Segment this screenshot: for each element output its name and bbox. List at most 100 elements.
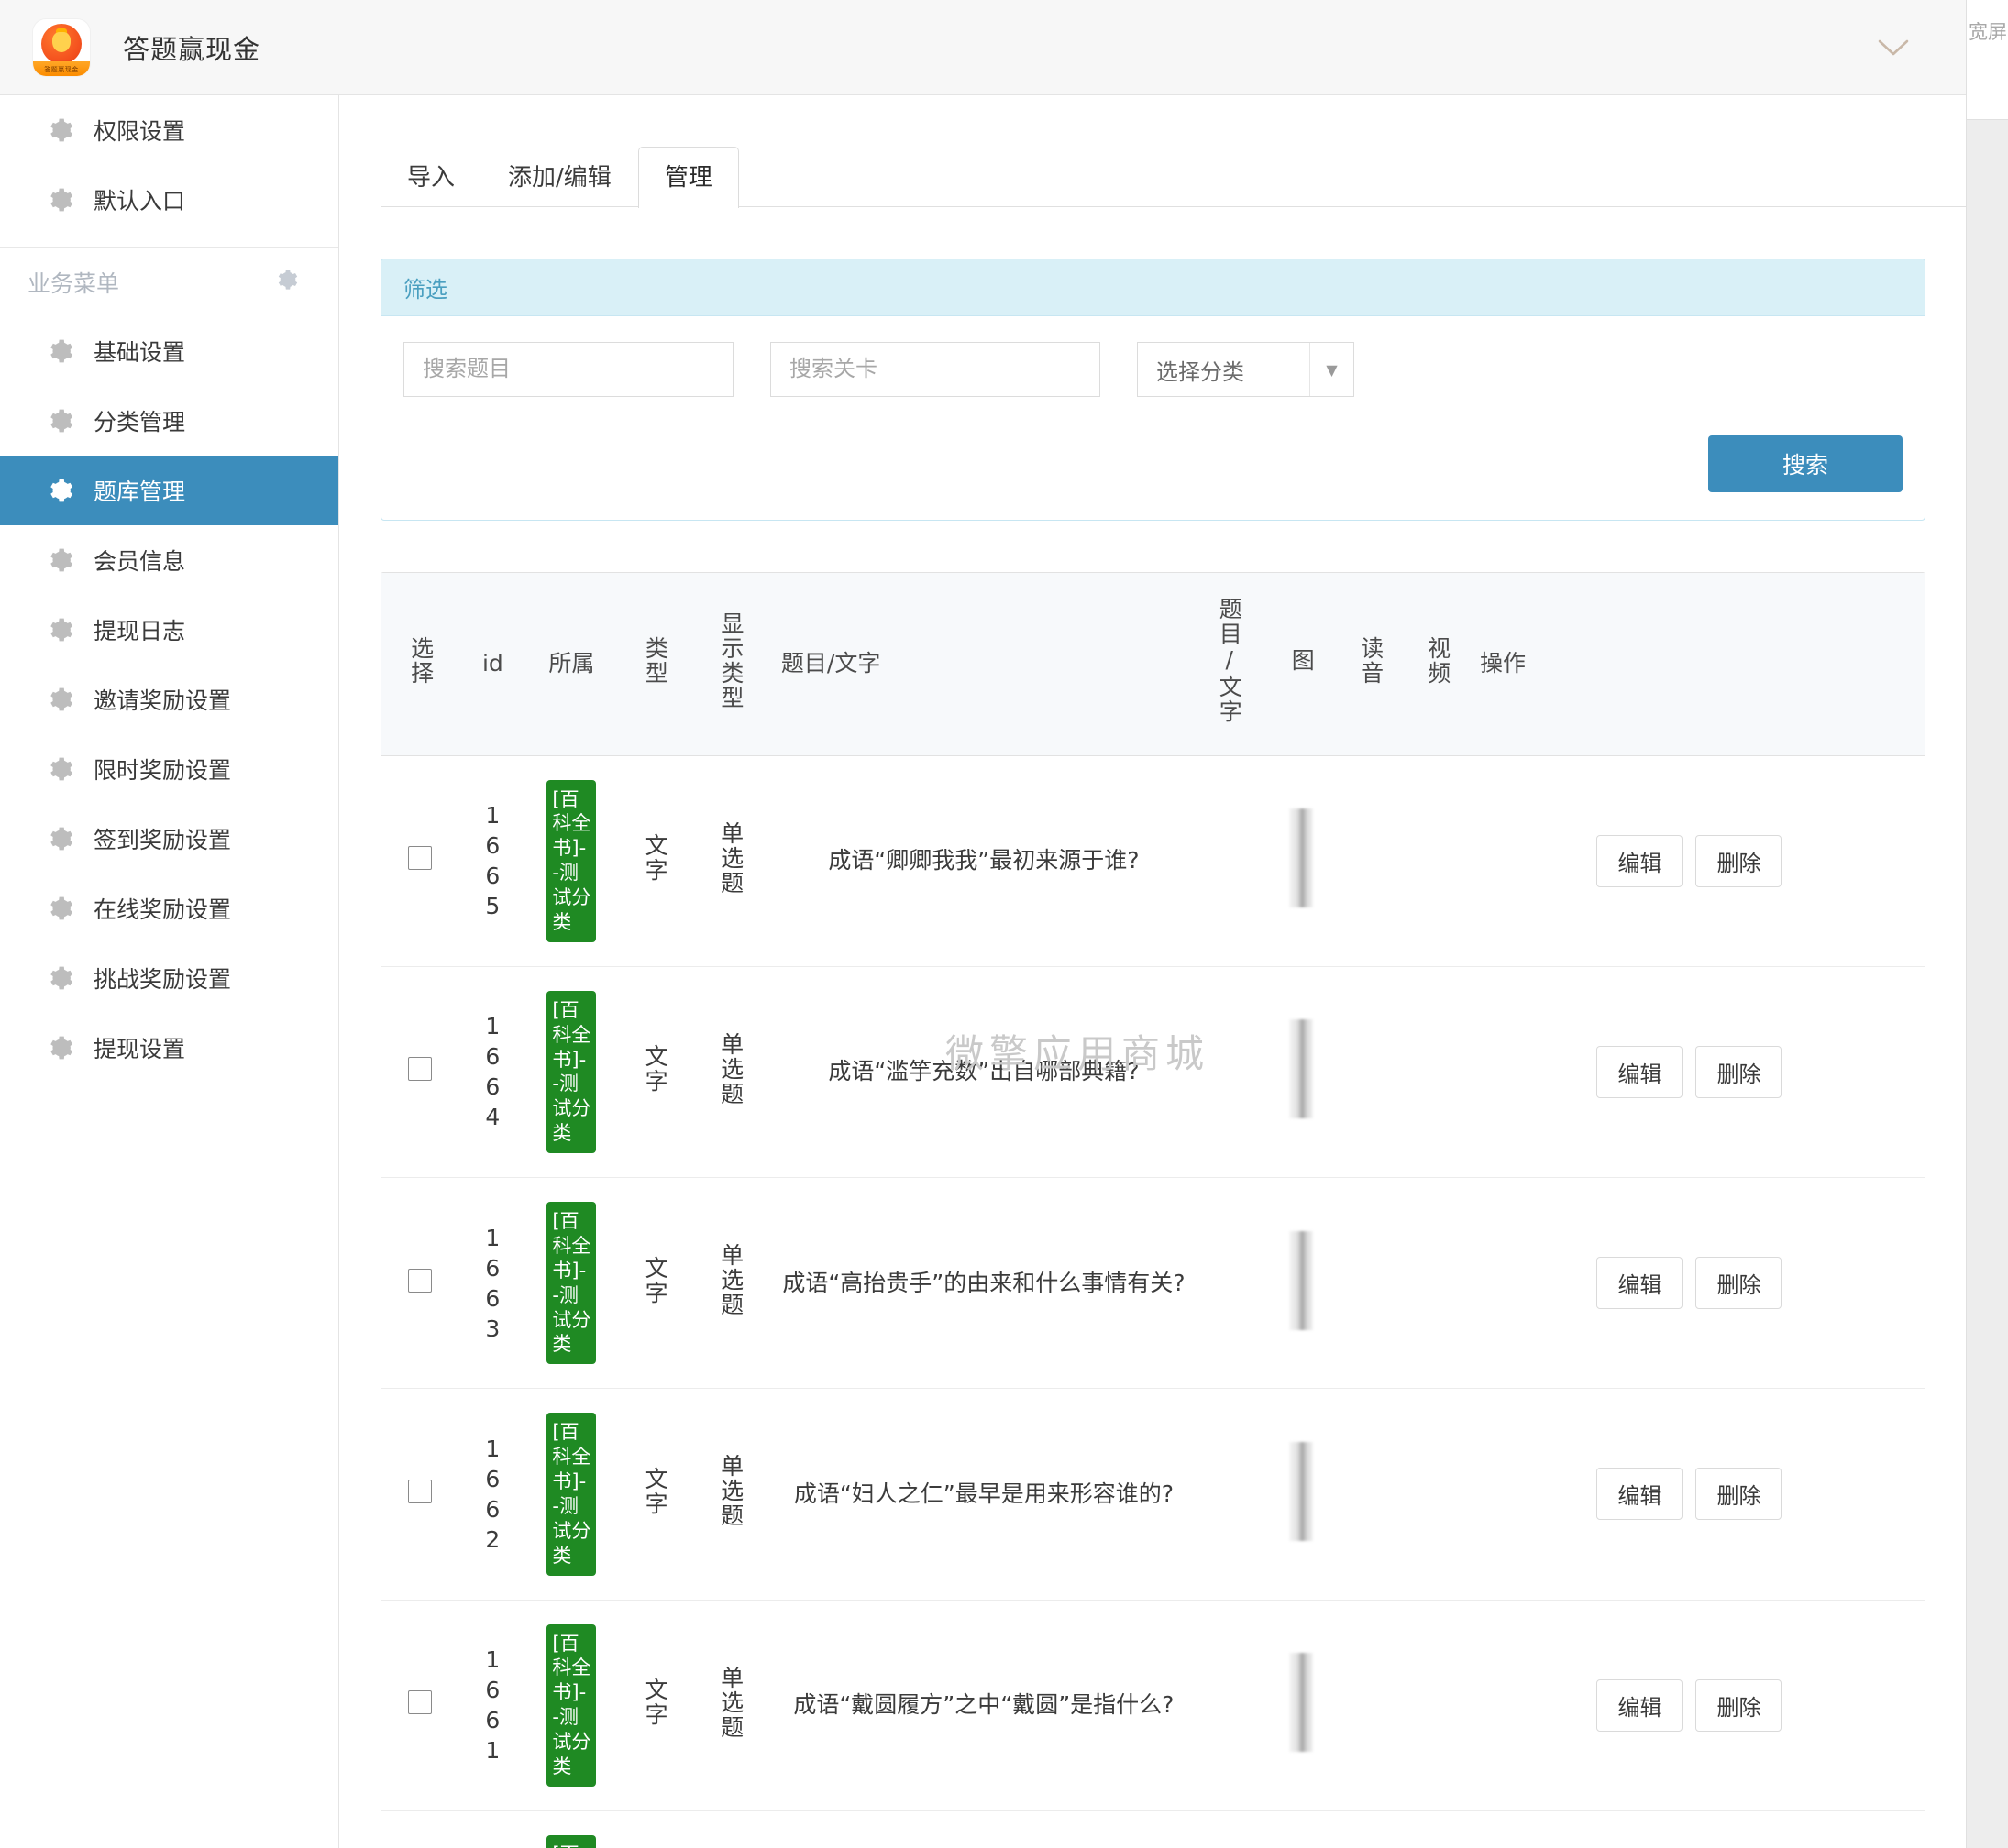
question-table-container: 选择 id 所属 类型 显示类型 题目/文字 题目/文字 图 读音 视频 操作 … [381,572,1925,1848]
gear-icon [48,896,73,921]
row-select-cell [381,755,459,966]
row-question-text [1191,1599,1266,1811]
gear-icon [48,965,73,991]
sidebar-item-10[interactable]: 挑战奖励设置 [0,943,338,1013]
question-thumbnail[interactable] [1288,1441,1313,1541]
row-audio-cell [1336,965,1404,1178]
gear-icon[interactable] [276,269,298,296]
sidebar-item-permissions[interactable]: 权限设置 [0,95,338,165]
tab-import[interactable]: 导入 [381,147,481,207]
gear-icon [48,756,73,782]
row-video-cell [1404,755,1471,966]
col-header-id: id [458,573,526,756]
sidebar-item-6[interactable]: 邀请奖励设置 [0,665,338,734]
row-display-type: 单选题 [692,965,768,1178]
sidebar-item-8[interactable]: 签到奖励设置 [0,804,338,874]
delete-button[interactable]: 删除 [1695,1678,1782,1732]
sidebar-item-label: 会员信息 [94,548,186,575]
delete-button[interactable]: 删除 [1695,1468,1782,1521]
col-header-question-text: 题目/文字 [1191,573,1266,756]
row-checkbox[interactable] [408,846,433,871]
sidebar-item-5[interactable]: 提现日志 [0,595,338,665]
row-action-cell: 编辑删除 [1470,1810,1925,1848]
sidebar-item-label: 分类管理 [94,409,186,435]
question-thumbnail[interactable] [1288,1230,1313,1330]
row-audio-cell [1337,755,1404,966]
sidebar-item-2[interactable]: 分类管理 [0,386,338,456]
edit-button[interactable]: 编辑 [1596,1678,1683,1732]
row-checkbox[interactable] [408,1690,433,1715]
owner-badge: [百科全书]--测试分类 [546,1413,597,1576]
main-content: 导入 添加/编辑 管理 筛选 选择分类 ▼ 搜索 选择 [340,95,1966,1848]
row-display-type: 单选题 [717,820,745,896]
col-header-title-text: 题目/文字 [767,573,1192,756]
app-header: 答题赢现金 答题赢现金 [0,0,1966,95]
delete-button[interactable]: 删除 [1695,1257,1782,1310]
table-row: 1 6 6 5 [百科全书]--测试分类 文字 单选题 成语“卿卿我我”最初来源于谁? 编辑 删除 [381,755,1925,966]
table-row: 1 6 6 1 [百科全书]--测试分类 文字 单选题 成语“戴圆履方”之中“戴圆”是指什么?… [381,1599,1925,1811]
gear-icon [48,687,73,712]
right-rail-filler [1967,119,2008,1848]
search-stage-input[interactable] [770,342,1100,397]
delete-button[interactable]: 删除 [1695,834,1782,887]
row-select-cell [381,1599,459,1811]
row-video-cell [1403,965,1471,1178]
search-title-input[interactable] [403,342,734,397]
question-thumbnail[interactable] [1288,1019,1313,1119]
row-video-cell [1403,1599,1471,1811]
row-title-text: 成语“高抬贵手”的由来和什么事情有关? [767,1176,1192,1389]
category-select[interactable]: 选择分类 ▼ [1137,342,1354,397]
tab-add-edit[interactable]: 添加/编辑 [481,147,638,207]
question-thumbnail[interactable] [1288,1653,1313,1753]
sidebar-item-1[interactable]: 基础设置 [0,316,338,386]
col-header-select: 选择 [381,573,459,756]
row-audio-cell [1336,1810,1404,1848]
edit-button[interactable]: 编辑 [1596,1468,1683,1521]
col-header-action: 操作 [1470,573,1925,756]
edit-button[interactable]: 编辑 [1596,834,1683,887]
row-type: 文字 [616,1810,693,1848]
sidebar-item-3[interactable]: 题库管理 [0,456,338,525]
filter-fields-row: 选择分类 ▼ [403,342,1903,397]
sidebar-item-9[interactable]: 在线奖励设置 [0,874,338,943]
gear-icon [48,547,73,573]
edit-button[interactable]: 编辑 [1596,1045,1683,1098]
chevron-down-icon[interactable] [1872,27,1914,69]
row-display-type: 单选题 [692,1388,768,1600]
row-question-text [1191,965,1266,1178]
question-thumbnail[interactable] [1288,808,1313,908]
row-image-cell [1265,1176,1337,1389]
sidebar-item-7[interactable]: 限时奖励设置 [0,734,338,804]
widescreen-toggle[interactable]: 宽屏 [1967,0,2008,62]
sidebar-item-label: 签到奖励设置 [94,827,232,853]
row-image-cell [1265,755,1337,966]
sidebar-item-default-entry[interactable]: 默认入口 [0,165,338,235]
row-select-cell [381,965,459,1178]
row-checkbox[interactable] [408,1268,433,1292]
row-question-text [1191,1176,1266,1389]
gear-icon [48,1035,73,1061]
edit-button[interactable]: 编辑 [1596,1257,1683,1310]
filter-actions-row: 搜索 [403,435,1903,492]
row-checkbox[interactable] [408,1057,433,1082]
logo-money-bag-icon [52,31,71,52]
row-select-cell [381,1388,459,1600]
owner-badge: [百科全书]--测试分类 [546,990,597,1153]
search-button[interactable]: 搜索 [1708,435,1903,492]
col-header-type: 类型 [616,573,693,756]
row-image-cell [1265,965,1337,1178]
row-title-text: 成语“滥竽充数”出自哪部典籍? [767,965,1192,1178]
delete-button[interactable]: 删除 [1695,1045,1782,1098]
row-id: 1664 [458,965,526,1178]
row-checkbox[interactable] [408,1479,433,1503]
sidebar-item-11[interactable]: 提现设置 [0,1013,338,1083]
sidebar-item-4[interactable]: 会员信息 [0,525,338,595]
owner-badge: [百科全书]--测试分类 [546,1834,597,1848]
tab-manage[interactable]: 管理 [637,147,739,208]
row-display-type: 单选题 [692,1810,768,1848]
tab-bar: 导入 添加/编辑 管理 [381,147,1966,208]
col-header-owner: 所属 [525,573,617,756]
row-title-text: 抄检大观园时，唯一没有被抄检的住房是什么? [767,1810,1192,1848]
row-owner-cell: [百科全书]--测试分类 [525,1388,617,1600]
gear-icon [48,338,73,364]
